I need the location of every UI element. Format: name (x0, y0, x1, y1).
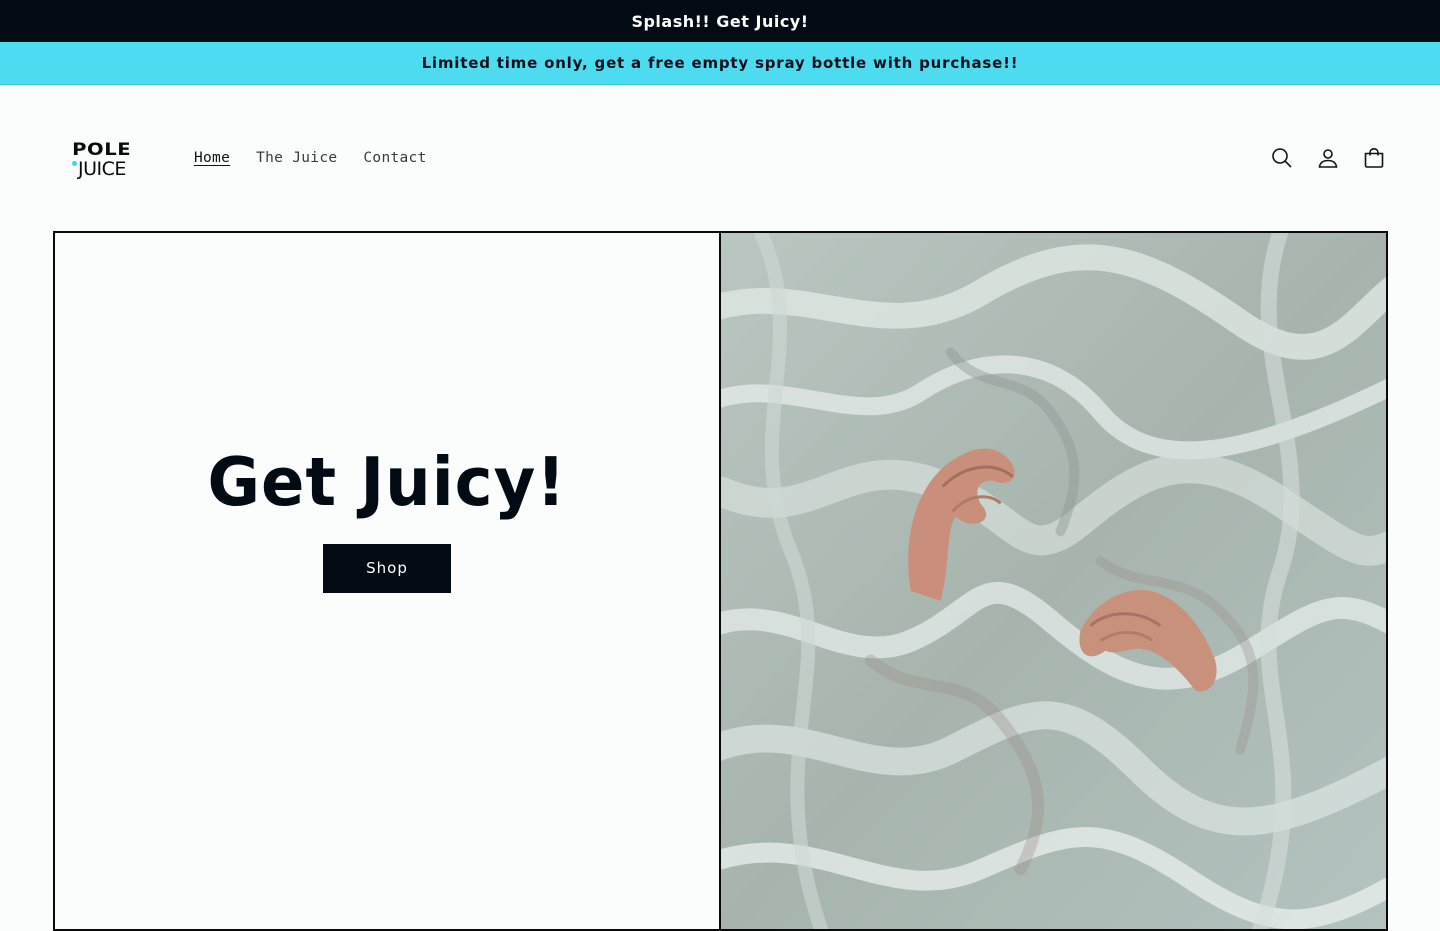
promo-bar: Limited time only, get a free empty spra… (0, 42, 1440, 85)
hero-banner: Get Juicy! Shop (53, 231, 1388, 931)
logo[interactable]: POLE JUICE (64, 138, 140, 184)
nav-item-home[interactable]: Home (194, 150, 230, 166)
account-icon[interactable] (1316, 146, 1340, 170)
marbled-liquid-image (721, 233, 1386, 929)
promo-text: Limited time only, get a free empty spra… (421, 54, 1019, 72)
header-icons (1270, 146, 1386, 170)
announcement-bar: Splash!! Get Juicy! (0, 0, 1440, 42)
logo-line2: JUICE (72, 158, 126, 180)
droplet-icon (72, 161, 78, 166)
nav-item-contact[interactable]: Contact (363, 150, 426, 166)
hero-image (721, 233, 1386, 929)
hero-text-panel: Get Juicy! Shop (55, 233, 721, 929)
main-nav: Home The Juice Contact (194, 150, 427, 166)
shop-button[interactable]: Shop (323, 543, 451, 593)
logo-line2-text: JUICE (78, 158, 126, 180)
search-icon[interactable] (1270, 146, 1294, 170)
nav-item-the-juice[interactable]: The Juice (256, 150, 337, 166)
cart-icon[interactable] (1362, 146, 1386, 170)
logo-line1: POLE (72, 140, 132, 160)
hero-title: Get Juicy! (207, 443, 567, 522)
site-header: POLE JUICE Home The Juice Contact (0, 85, 1440, 231)
announcement-text: Splash!! Get Juicy! (631, 11, 809, 31)
